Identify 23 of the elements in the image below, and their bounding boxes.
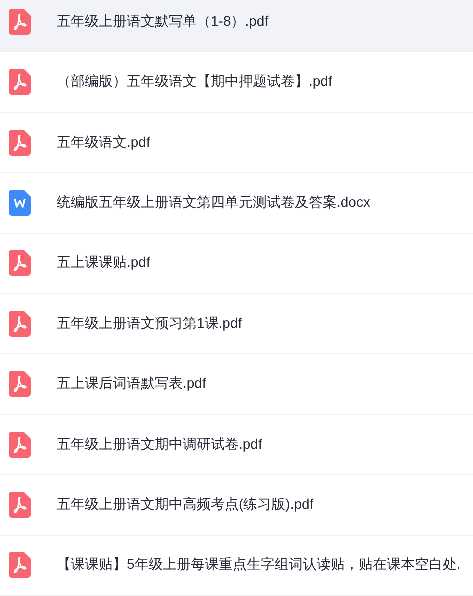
file-name: 五年级上册语文默写单（1-8）.pdf [57,12,269,31]
file-name: 五上课课贴.pdf [57,254,150,272]
file-name: 五上课后词语默写表.pdf [57,375,206,394]
file-name: 五年级上册语文期中高频考点(练习版).pdf [57,496,314,514]
pdf-file-icon [9,250,31,276]
file-name: （部编版）五年级语文【期中押题试卷】.pdf [57,73,332,92]
pdf-file-icon [9,432,31,458]
file-row[interactable]: 五年级上册语文默写单（1-8）.pdf [0,0,473,52]
pdf-file-icon [9,552,31,578]
pdf-file-icon [9,69,31,96]
pdf-file-icon [9,492,31,518]
file-name: 【课课贴】5年级上册每课重点生字组词认读贴，贴在课本空白处. [57,556,461,574]
file-row[interactable]: 五上课课贴.pdf [0,234,473,294]
file-name: 五年级上册语文期中调研试卷.pdf [57,436,262,454]
pdf-file-icon [9,371,31,398]
file-name: 五年级上册语文预习第1课.pdf [57,314,242,333]
pdf-file-icon [9,8,31,35]
word-file-icon [9,190,31,216]
pdf-file-icon [9,310,31,337]
file-name: 统编版五年级上册语文第四单元测试卷及答案.docx [57,194,370,212]
pdf-file-icon [9,130,31,156]
file-row[interactable]: 【课课贴】5年级上册每课重点生字组词认读贴，贴在课本空白处. [0,536,473,596]
file-name: 五年级语文.pdf [57,134,150,152]
